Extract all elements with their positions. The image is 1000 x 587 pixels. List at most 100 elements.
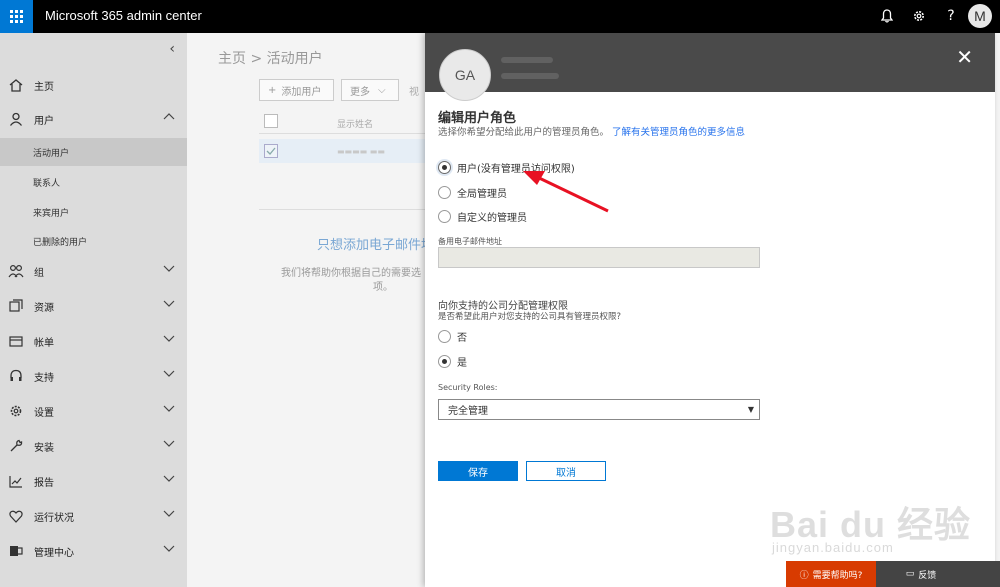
breadcrumb[interactable]: 主页 > 活动用户	[218, 48, 323, 68]
partner-option-yes[interactable]: 是	[438, 354, 467, 369]
nav-item-label: 运行状况	[34, 512, 74, 524]
select-value: 完全管理	[448, 406, 488, 417]
divider	[259, 133, 425, 134]
sidebar-item-deleted-users[interactable]: 已删除的用户	[0, 227, 187, 255]
chevron-down-icon[interactable]	[163, 264, 175, 275]
chevron-down-icon: ⌵	[378, 84, 386, 96]
heart-icon	[8, 508, 24, 524]
radio[interactable]	[438, 186, 451, 199]
section-title: 编辑用户角色	[438, 111, 517, 126]
nav-item-label: 设置	[34, 407, 54, 419]
divider	[259, 209, 425, 210]
sidebar-item-contacts[interactable]: 联系人	[0, 168, 187, 196]
select-all-checkbox[interactable]	[264, 114, 278, 128]
radio[interactable]	[438, 210, 451, 223]
caret-down-icon: ▼	[747, 405, 754, 414]
app-title[interactable]: Microsoft 365 admin center	[45, 8, 202, 23]
need-help-label: 需要帮助吗?	[812, 570, 863, 581]
option-label: 是	[457, 358, 467, 369]
role-label: 全局管理员	[457, 189, 507, 200]
more-label: 更多	[350, 86, 370, 98]
alt-email-label: 备用电子邮件地址	[438, 237, 502, 246]
chevron-up-icon[interactable]	[163, 112, 175, 123]
chevron-down-icon[interactable]	[163, 334, 175, 345]
nav-item-label: 支持	[34, 372, 54, 384]
gear-icon[interactable]	[909, 6, 929, 26]
nav-item-label: 安装	[34, 442, 54, 454]
radio-checked[interactable]	[438, 161, 451, 174]
role-label: 用户(没有管理员访问权限)	[457, 164, 575, 175]
partner-option-no[interactable]: 否	[438, 329, 467, 344]
col-display-name[interactable]: 显示姓名	[337, 117, 373, 130]
exchange-icon	[8, 543, 24, 559]
section-description: 选择你希望分配给此用户的管理员角色。 了解有关管理员角色的更多信息	[438, 127, 746, 138]
nav-item-groups[interactable]: 组	[0, 256, 187, 286]
feedback-button[interactable]: ▭ 反馈	[876, 561, 966, 587]
role-label: 自定义的管理员	[457, 213, 527, 224]
security-roles-select[interactable]: 完全管理 ▼	[438, 399, 760, 420]
help-icon[interactable]: ?	[941, 6, 961, 26]
feedback-icon: ▭	[905, 569, 915, 579]
close-icon[interactable]: ✕	[956, 47, 973, 67]
wrench-icon	[8, 438, 24, 454]
blurred-email	[501, 73, 559, 79]
row-checkbox[interactable]	[264, 144, 278, 158]
app-launcher-button[interactable]	[0, 0, 33, 33]
billing-icon	[8, 333, 24, 349]
nav-item-setup[interactable]: 安装	[0, 431, 187, 461]
chevron-down-icon[interactable]	[163, 509, 175, 520]
nav-item-home[interactable]: 主页	[0, 70, 187, 100]
chevron-down-icon[interactable]	[163, 299, 175, 310]
help-circle-icon: ⓘ	[799, 570, 809, 581]
waffle-icon	[10, 10, 23, 23]
nav-item-admin-centers[interactable]: 管理中心	[0, 536, 187, 566]
nav-item-billing[interactable]: 帐单	[0, 326, 187, 356]
nav-item-users[interactable]: 用户	[0, 104, 187, 134]
role-option-user[interactable]: 用户(没有管理员访问权限)	[438, 160, 575, 175]
headset-icon	[8, 368, 24, 384]
nav-item-resources[interactable]: 资源	[0, 291, 187, 321]
partner-note: 是否希望此用户对您支持的公司具有管理员权限?	[438, 312, 622, 322]
nav-item-label: 管理中心	[34, 547, 74, 559]
radio-checked[interactable]	[438, 355, 451, 368]
nav-item-settings[interactable]: 设置	[0, 396, 187, 426]
role-option-global-admin[interactable]: 全局管理员	[438, 185, 507, 200]
chevron-down-icon[interactable]	[163, 544, 175, 555]
chevron-down-icon[interactable]	[163, 439, 175, 450]
save-button[interactable]: 保存	[438, 461, 518, 481]
resources-icon	[8, 298, 24, 314]
cancel-button[interactable]: 取消	[526, 461, 606, 481]
more-button[interactable]: 更多 ⌵	[341, 79, 399, 101]
security-roles-label: Security Roles:	[438, 383, 498, 392]
need-help-button[interactable]: ⓘ 需要帮助吗?	[786, 561, 876, 587]
nav-item-label: 资源	[34, 302, 54, 314]
alt-email-field[interactable]	[438, 247, 760, 268]
chevron-down-icon[interactable]	[163, 474, 175, 485]
sidebar-item-guest-users[interactable]: 来宾用户	[0, 198, 187, 226]
option-label: 否	[457, 333, 467, 344]
avatar[interactable]: M	[968, 4, 992, 28]
add-user-button[interactable]: + 添加用户	[259, 79, 334, 101]
collapse-nav-icon[interactable]: ‹	[169, 41, 175, 57]
chevron-down-icon[interactable]	[163, 404, 175, 415]
footer-filler	[966, 561, 1000, 587]
view-label[interactable]: 视	[409, 83, 419, 98]
role-option-custom-admin[interactable]: 自定义的管理员	[438, 209, 527, 224]
nav-item-reports[interactable]: 报告	[0, 466, 187, 496]
group-icon	[8, 263, 24, 279]
nav-item-label: 帐单	[34, 337, 54, 349]
nav-item-health[interactable]: 运行状况	[0, 501, 187, 531]
home-icon	[8, 77, 24, 93]
learn-more-link[interactable]: 了解有关管理员角色的更多信息	[612, 127, 745, 138]
empty-state-text: 我们将帮助你根据自己的需要选 项。	[281, 268, 421, 293]
blurred-name	[501, 57, 553, 63]
bell-icon[interactable]	[877, 6, 897, 26]
nav-item-label: 主页	[34, 81, 54, 93]
add-user-label: 添加用户	[281, 86, 322, 98]
chevron-down-icon[interactable]	[163, 369, 175, 380]
chart-icon	[8, 473, 24, 489]
top-bar: Microsoft 365 admin center ? M	[0, 0, 1000, 33]
sidebar-item-active-users[interactable]: 活动用户	[0, 138, 187, 166]
nav-item-support[interactable]: 支持	[0, 361, 187, 391]
radio[interactable]	[438, 330, 451, 343]
